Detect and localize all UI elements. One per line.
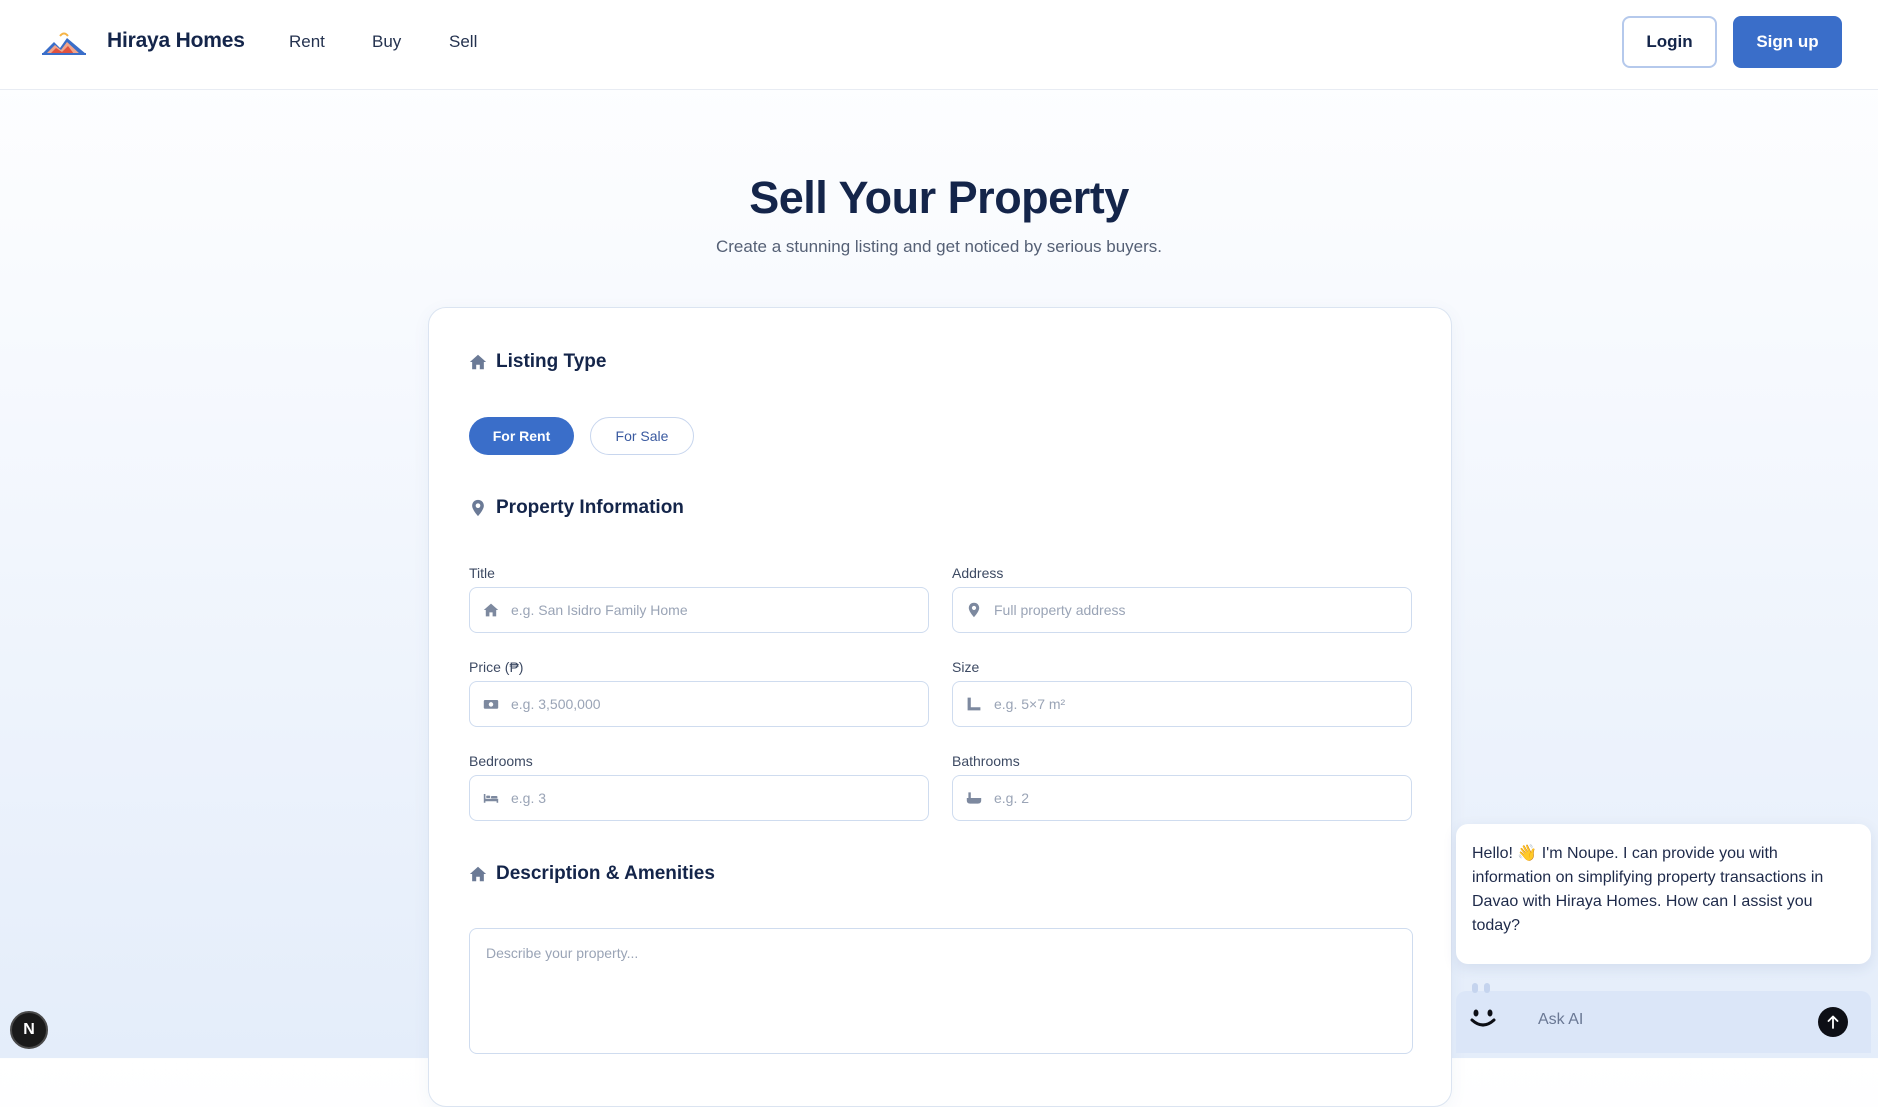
home-icon: [469, 866, 487, 882]
map-pin-icon: [472, 499, 484, 517]
description-placeholder: Describe your property...: [486, 945, 639, 961]
address-label: Address: [952, 565, 1004, 581]
title-input[interactable]: e.g. San Isidro Family Home: [469, 587, 929, 633]
bedrooms-input[interactable]: e.g. 3: [469, 775, 929, 821]
page-title: Sell Your Property: [749, 172, 1129, 223]
home-icon: [483, 603, 499, 617]
chat-input-placeholder[interactable]: Ask AI: [1538, 1011, 1583, 1029]
size-label: Size: [952, 659, 980, 675]
section-title-text: Description & Amenities: [496, 863, 715, 884]
chat-input-bar[interactable]: Ask AI: [1456, 983, 1871, 1053]
bed-icon: [483, 794, 499, 803]
chat-message-text: Hello! 👋 I'm Noupe. I can provide you wi…: [1472, 845, 1824, 934]
signup-button[interactable]: Sign up: [1733, 16, 1842, 68]
section-title-text: Listing Type: [496, 351, 607, 372]
section-listing-type: Listing Type: [469, 351, 606, 373]
bedrooms-placeholder: e.g. 3: [511, 790, 547, 806]
section-property-information: Property Information: [469, 497, 684, 519]
size-placeholder: e.g. 5×7 m²: [994, 696, 1066, 712]
nav-rent[interactable]: Rent: [289, 32, 325, 52]
nav-buy[interactable]: Buy: [372, 32, 401, 52]
listing-form-card: Listing Type For Rent For Sale Property …: [428, 307, 1452, 1107]
brand-logo-icon[interactable]: [40, 28, 88, 58]
login-button[interactable]: Login: [1622, 16, 1717, 68]
page-subtitle: Create a stunning listing and get notice…: [715, 237, 1163, 256]
for-sale-toggle[interactable]: For Sale: [590, 417, 694, 455]
title-placeholder: e.g. San Isidro Family Home: [511, 602, 688, 618]
nav-sell[interactable]: Sell: [449, 32, 477, 52]
chat-message-bubble: Hello! 👋 I'm Noupe. I can provide you wi…: [1456, 824, 1871, 964]
for-rent-toggle[interactable]: For Rent: [469, 417, 574, 455]
ruler-icon: [967, 697, 981, 711]
brand-name[interactable]: Hiraya Homes: [107, 29, 245, 53]
price-label: Price (₱): [469, 659, 524, 675]
home-icon: [469, 354, 487, 370]
section-title-text: Property Information: [496, 497, 684, 518]
money-icon: [483, 700, 499, 709]
bedrooms-label: Bedrooms: [469, 753, 533, 769]
address-placeholder: Full property address: [994, 602, 1126, 618]
bathrooms-input[interactable]: e.g. 2: [952, 775, 1412, 821]
bathrooms-placeholder: e.g. 2: [994, 790, 1030, 806]
title-label: Title: [469, 565, 495, 581]
section-description-amenities: Description & Amenities: [469, 863, 715, 885]
chat-send-button[interactable]: [1818, 1007, 1848, 1037]
bathrooms-label: Bathrooms: [952, 753, 1020, 769]
nextjs-dev-badge[interactable]: N: [10, 1011, 48, 1049]
bath-icon: [966, 792, 982, 804]
arrow-up-icon: [1827, 1015, 1839, 1029]
address-input[interactable]: Full property address: [952, 587, 1412, 633]
top-navbar: Hiraya Homes Rent Buy Sell Login Sign up: [0, 0, 1878, 90]
size-input[interactable]: e.g. 5×7 m²: [952, 681, 1412, 727]
price-input[interactable]: e.g. 3,500,000: [469, 681, 929, 727]
price-placeholder: e.g. 3,500,000: [511, 696, 601, 712]
description-textarea[interactable]: Describe your property...: [469, 928, 1413, 1054]
map-pin-icon: [968, 602, 980, 618]
chat-mascot-icon[interactable]: [1468, 983, 1508, 1045]
